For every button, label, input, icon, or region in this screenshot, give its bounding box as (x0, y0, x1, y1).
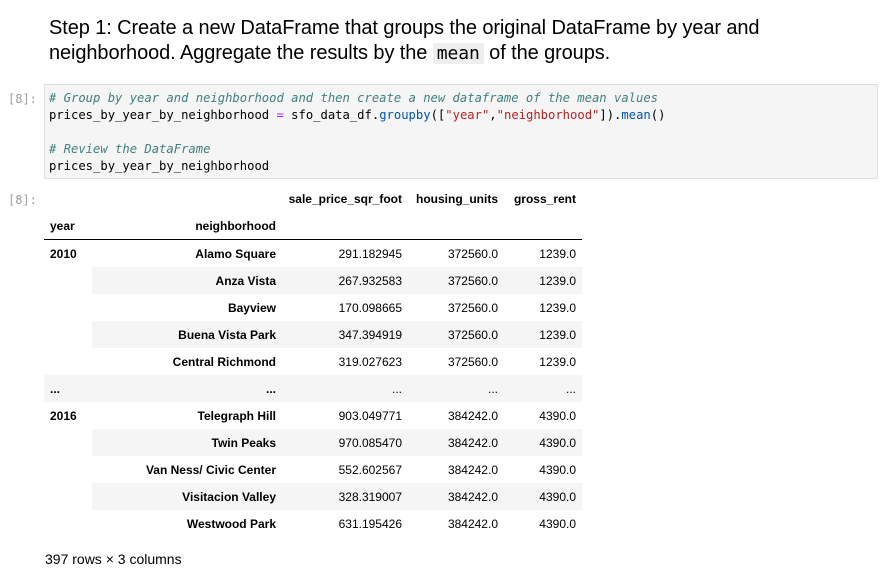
input-prompt: [8]: (8, 92, 37, 106)
table-row: Twin Peaks 970.085470 384242.0 4390.0 (44, 429, 582, 456)
output-prompt: [8]: (8, 193, 37, 207)
cell-sale-price-sqr-foot: 631.195426 (338, 516, 402, 531)
cell-sale-price-sqr-foot: ... (282, 375, 408, 402)
cell-housing-units: 372560.0 (447, 354, 498, 369)
code-operator: = (276, 108, 284, 122)
column-header: gross_rent (513, 191, 576, 206)
row-year (44, 510, 92, 537)
row-year: 2010 (50, 246, 77, 261)
code-comma: , (489, 108, 497, 122)
code-var: prices_by_year_by_neighborhood (49, 108, 277, 122)
table-row: Central Richmond 319.027623 372560.0 1239.0 (44, 348, 582, 375)
row-neighborhood: Van Ness/ Civic Center (145, 462, 276, 477)
heading-text-2: of the groups. (483, 42, 611, 64)
cell-housing-units: 384242.0 (447, 462, 498, 477)
cell-gross-rent: 1239.0 (539, 300, 576, 315)
row-year (44, 456, 92, 483)
cell-sale-price-sqr-foot: 170.098665 (338, 300, 402, 315)
code-method-groupby: groupby (379, 108, 431, 122)
row-year: 2016 (50, 408, 77, 423)
table-row: ............... (44, 375, 582, 402)
table-row: Anza Vista 267.932583 372560.0 1239.0 (44, 267, 582, 294)
code-object: sfo_data_df. (283, 108, 380, 122)
markdown-heading: Step 1: Create a new DataFrame that grou… (49, 16, 849, 66)
row-neighborhood: Alamo Square (195, 246, 276, 261)
cell-gross-rent: 4390.0 (539, 408, 576, 423)
row-neighborhood: Telegraph Hill (197, 408, 276, 423)
row-year (44, 321, 92, 348)
cell-sale-price-sqr-foot: 347.394919 (282, 321, 408, 348)
cell-gross-rent: 1239.0 (539, 354, 576, 369)
table-row: Bayview 170.098665 372560.0 1239.0 (44, 294, 582, 321)
cell-housing-units: 384242.0 (408, 429, 504, 456)
cell-gross-rent: 4390.0 (504, 483, 582, 510)
table-row: Westwood Park 631.195426 384242.0 4390.0 (44, 510, 582, 537)
cell-gross-rent: 4390.0 (539, 462, 576, 477)
row-neighborhood: Buena Vista Park (92, 321, 282, 348)
index-name-neighborhood: neighborhood (92, 212, 282, 240)
row-neighborhood: ... (92, 375, 282, 402)
row-neighborhood: Anza Vista (92, 267, 282, 294)
table-row: 2016 Telegraph Hill 903.049771 384242.0 4390… (44, 402, 582, 429)
cell-gross-rent: ... (504, 375, 582, 402)
cell-sale-price-sqr-foot: 319.027623 (338, 354, 402, 369)
code-paren: () (650, 108, 666, 122)
cell-housing-units: 384242.0 (447, 408, 498, 423)
heading-inline-code: mean (432, 43, 484, 64)
row-year (44, 348, 92, 375)
code-bracket-close: ]). (599, 108, 622, 122)
row-year (44, 267, 92, 294)
table-row: Visitacion Valley 328.319007 384242.0 4390.… (44, 483, 582, 510)
table-row: 2010 Alamo Square 291.182945 372560.0 1239.0 (44, 240, 582, 268)
row-year (44, 483, 92, 510)
heading-text-1: Step 1: Create a new DataFrame that grou… (49, 17, 760, 64)
cell-housing-units: 372560.0 (447, 246, 498, 261)
row-neighborhood: Westwood Park (186, 516, 276, 531)
code-cell-editor[interactable]: # Group by year and neighborhood and the… (44, 84, 878, 179)
cell-sale-price-sqr-foot: 267.932583 (282, 267, 408, 294)
code-expression: prices_by_year_by_neighborhood (49, 159, 270, 173)
code-bracket-open: ([ (430, 108, 446, 122)
cell-gross-rent: 4390.0 (504, 429, 582, 456)
table-row: Van Ness/ Civic Center 552.602567 384242.0… (44, 456, 582, 483)
cell-housing-units: 372560.0 (447, 300, 498, 315)
cell-gross-rent: 1239.0 (504, 321, 582, 348)
row-neighborhood: Central Richmond (172, 354, 276, 369)
row-year: ... (44, 375, 92, 402)
code-string-neighborhood: "neighborhood" (496, 108, 600, 122)
row-year (44, 294, 92, 321)
cell-gross-rent: 1239.0 (539, 246, 576, 261)
cell-sale-price-sqr-foot: 970.085470 (282, 429, 408, 456)
code-string-year: "year" (445, 108, 490, 122)
cell-sale-price-sqr-foot: 291.182945 (338, 246, 402, 261)
cell-housing-units: 372560.0 (408, 267, 504, 294)
cell-sale-price-sqr-foot: 903.049771 (338, 408, 402, 423)
cell-housing-units: 372560.0 (408, 321, 504, 348)
code-comment: # Group by year and neighborhood and the… (49, 91, 659, 105)
cell-housing-units: 384242.0 (408, 483, 504, 510)
code-method-mean: mean (621, 108, 651, 122)
index-name-year: year (44, 212, 92, 240)
cell-gross-rent: 1239.0 (504, 267, 582, 294)
cell-housing-units: ... (408, 375, 504, 402)
row-neighborhood: Visitacion Valley (92, 483, 282, 510)
cell-sale-price-sqr-foot: 328.319007 (282, 483, 408, 510)
cell-housing-units: 384242.0 (447, 516, 498, 531)
cell-gross-rent: 4390.0 (539, 516, 576, 531)
dataframe-table: sale_price_sqr_foot housing_units gross_… (44, 185, 582, 537)
row-year (44, 429, 92, 456)
row-neighborhood: Bayview (227, 300, 276, 315)
table-row: Buena Vista Park 347.394919 372560.0 1239.0 (44, 321, 582, 348)
column-header: housing_units (416, 191, 498, 206)
dataframe-shape-note: 397 rows × 3 columns (45, 551, 182, 567)
column-header: sale_price_sqr_foot (288, 191, 402, 206)
cell-sale-price-sqr-foot: 552.602567 (338, 462, 402, 477)
row-neighborhood: Twin Peaks (92, 429, 282, 456)
code-comment-review: # Review the DataFrame (49, 142, 211, 156)
